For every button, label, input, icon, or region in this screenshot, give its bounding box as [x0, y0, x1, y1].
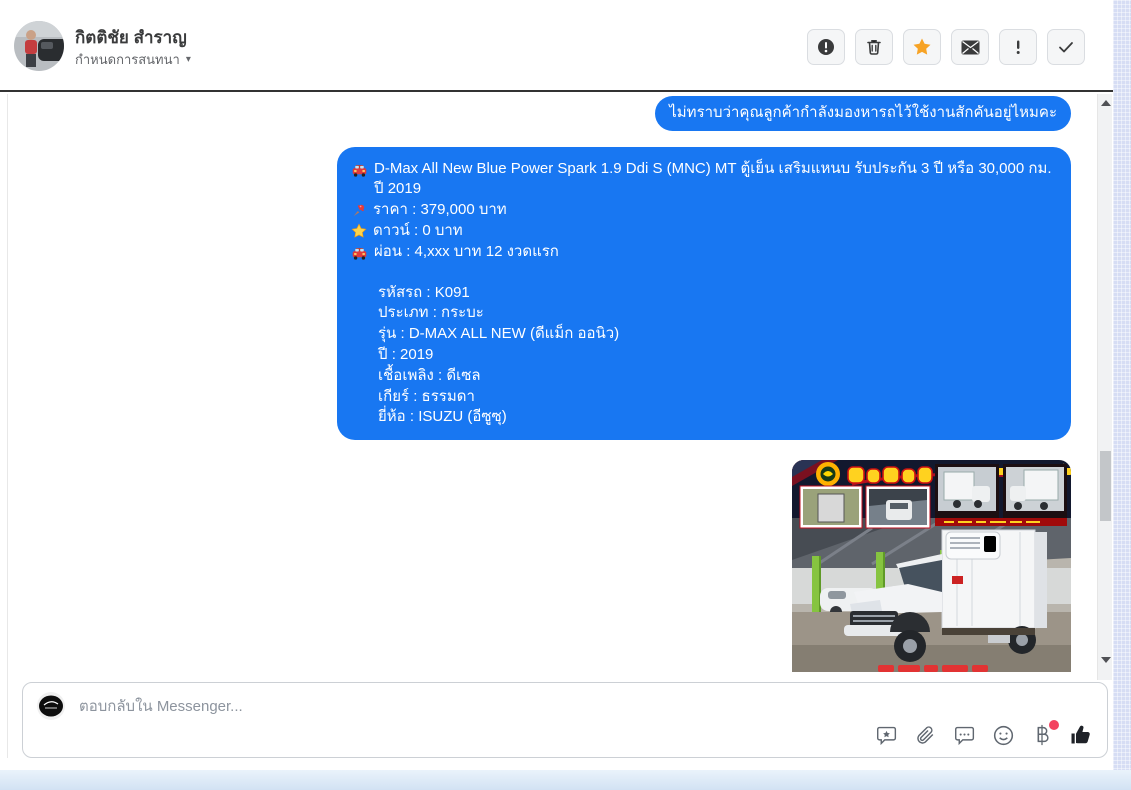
- photo-attachment-refrigerated-truck[interactable]: [792, 460, 1071, 672]
- message-line-text: ปี : 2019: [378, 346, 434, 364]
- message-text: ไม่ทราบว่าคุณลูกค้ากำลังมองหารถไว้ใช้งาน…: [669, 104, 1057, 121]
- message-line-text: ผ่อน : 4,xxx บาท 12 งวดแรก: [374, 242, 559, 260]
- messenger-inbox-window: กิตติชัย สำราญ กำหนดการสนทนา ▾ ไม่ทราบว่…: [0, 0, 1131, 790]
- conversation-header: กิตติชัย สำราญ กำหนดการสนทนา ▾: [0, 0, 1113, 92]
- message-line-text: ยี่ห้อ : ISUZU (อีซูซุ): [378, 408, 507, 426]
- message-line-text: เกียร์ : ธรรมดา: [378, 387, 475, 405]
- chat-scrollbar[interactable]: [1097, 94, 1112, 680]
- attachment-icon: [917, 726, 934, 744]
- outgoing-message: ไม่ทราบว่าคุณลูกค้ากำลังมองหารถไว้ใช้งาน…: [655, 96, 1071, 131]
- sticker-button[interactable]: [874, 723, 898, 747]
- saved-replies-icon: [954, 726, 974, 745]
- mark-done-button[interactable]: [1047, 29, 1085, 65]
- scroll-up-arrow[interactable]: [1101, 100, 1111, 106]
- delete-button[interactable]: [855, 29, 893, 65]
- outgoing-message-car-details: D-Max All New Blue Power Spark 1.9 Ddi S…: [337, 146, 1071, 441]
- mark-spam-icon: [1016, 40, 1020, 54]
- contact-avatar-image: [14, 21, 64, 71]
- emoji-icon: [993, 725, 1013, 745]
- mark-unread-button[interactable]: [951, 29, 989, 65]
- star-button[interactable]: [903, 29, 941, 65]
- message-line-text: รหัสรถ : K091: [378, 283, 470, 301]
- page-logo-image: [37, 692, 65, 720]
- report-button[interactable]: [807, 29, 845, 65]
- attachment-button[interactable]: [913, 723, 937, 747]
- message-line-text: ประเภท : กระบะ: [378, 304, 484, 322]
- panel-divider: [7, 94, 8, 758]
- sticker-icon: [876, 726, 896, 745]
- page-background-bottom: [0, 770, 1131, 790]
- report-icon: [818, 39, 834, 55]
- message-line-text: รุ่น : D-MAX ALL NEW (ดีแม็ก ออนิว): [378, 325, 620, 343]
- scroll-down-arrow[interactable]: [1101, 657, 1111, 663]
- notification-dot: [1049, 720, 1059, 730]
- star-icon: [913, 38, 931, 55]
- emoji-button[interactable]: [991, 723, 1015, 747]
- message-line-text: เชื้อเพลิง : ดีเซล: [378, 366, 481, 384]
- like-icon: [1071, 725, 1090, 744]
- reply-composer: [22, 682, 1108, 758]
- car-emoji: [351, 244, 368, 261]
- conversation-label-dropdown[interactable]: กำหนดการสนทนา ▾: [75, 49, 191, 70]
- conversation-toolbar: [807, 29, 1085, 65]
- message-line-text: D-Max All New Blue Power Spark 1.9 Ddi S…: [374, 159, 1052, 198]
- pushpin-emoji: [351, 202, 367, 218]
- message-list: ไม่ทราบว่าคุณลูกค้ากำลังมองหารถไว้ใช้งาน…: [8, 94, 1097, 672]
- car-emoji: [351, 161, 368, 178]
- saved-replies-button[interactable]: [952, 723, 976, 747]
- reply-input[interactable]: [79, 694, 719, 718]
- contact-avatar: [14, 21, 64, 71]
- delete-icon: [867, 40, 881, 55]
- message-line-text: ราคา : 379,000 บาท: [373, 201, 507, 219]
- like-button[interactable]: [1069, 723, 1093, 747]
- mark-done-icon: [1059, 42, 1073, 53]
- payment-button[interactable]: [1030, 720, 1059, 747]
- message-line-text: ดาวน์ : 0 บาท: [373, 222, 463, 240]
- truck-photo-illustration: [792, 460, 1071, 672]
- mark-spam-button[interactable]: [999, 29, 1037, 65]
- page-background-right: [1113, 0, 1131, 790]
- conversation-label: กำหนดการสนทนา: [75, 52, 180, 67]
- chevron-down-icon: ▾: [185, 54, 191, 65]
- mark-unread-icon: [961, 40, 979, 54]
- composer-actions: [874, 720, 1093, 747]
- scrollbar-thumb[interactable]: [1100, 451, 1111, 521]
- contact-name: กิตติชัย สำราญ: [75, 28, 187, 47]
- page-avatar: [37, 692, 65, 720]
- star-emoji: [351, 223, 367, 239]
